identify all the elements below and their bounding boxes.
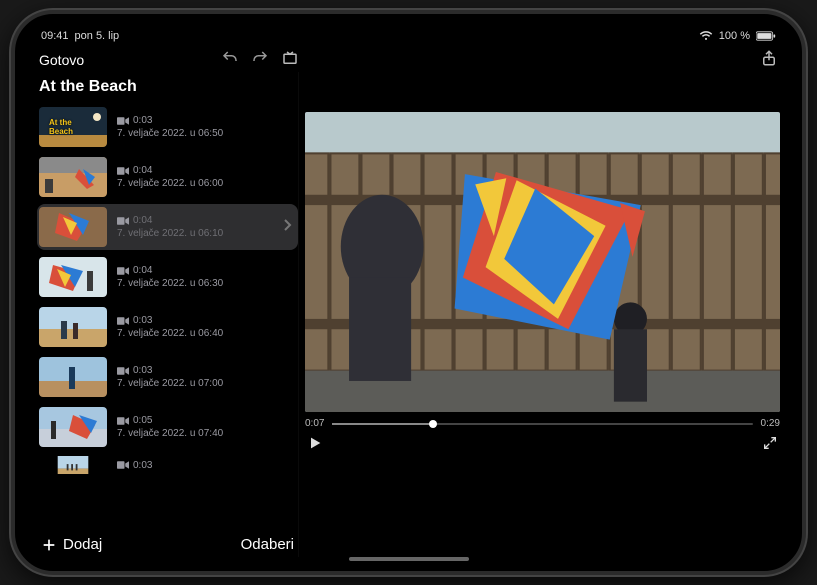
clip-duration: 0:03 — [133, 365, 152, 376]
chevron-right-icon[interactable] — [284, 218, 292, 236]
home-indicator[interactable] — [349, 557, 469, 561]
video-icon — [117, 266, 129, 276]
clip-thumbnail — [39, 257, 107, 297]
battery-percent: 100 % — [719, 30, 750, 42]
clip-item[interactable]: 0:05 7. veljače 2022. u 07:40 — [37, 404, 298, 450]
done-button[interactable]: Gotovo — [39, 52, 84, 68]
total-time: 0:29 — [761, 418, 780, 429]
add-label: Dodaj — [63, 536, 102, 553]
video-icon — [117, 416, 129, 426]
clip-date: 7. veljače 2022. u 07:00 — [117, 378, 292, 389]
battery-icon — [756, 31, 776, 41]
ipad-frame: 09:41 pon 5. lip 100 % Gotovo — [11, 10, 806, 575]
clip-duration: 0:03 — [133, 315, 152, 326]
current-time: 0:07 — [305, 418, 324, 429]
plus-icon — [41, 537, 57, 553]
clip-date: 7. veljače 2022. u 06:10 — [117, 228, 280, 239]
media-browser-icon[interactable] — [281, 49, 299, 72]
clip-duration: 0:03 — [133, 460, 152, 471]
clip-item[interactable]: 0:03 7. veljače 2022. u 06:40 — [37, 304, 298, 350]
clip-sidebar: At the Beach At the Beach 0:03 7. veljač… — [37, 72, 299, 557]
clip-duration: 0:04 — [133, 165, 152, 176]
status-bar: 09:41 pon 5. lip 100 % — [37, 28, 780, 48]
clip-thumbnail — [39, 456, 107, 474]
clip-date: 7. veljače 2022. u 07:40 — [117, 428, 292, 439]
video-icon — [117, 460, 129, 470]
project-title: At the Beach — [37, 72, 298, 104]
fullscreen-button[interactable] — [762, 435, 778, 456]
clip-date: 7. veljače 2022. u 06:50 — [117, 128, 292, 139]
clip-item[interactable]: 0:04 7. veljače 2022. u 06:10 — [37, 204, 298, 250]
clip-list[interactable]: At the Beach 0:03 7. veljače 2022. u 06:… — [37, 104, 298, 526]
preview-panel: 0:07 0:29 — [299, 72, 780, 557]
clip-thumbnail — [39, 307, 107, 347]
scrubber[interactable] — [332, 423, 752, 425]
video-icon — [117, 216, 129, 226]
preview-video[interactable] — [305, 112, 780, 412]
clip-duration: 0:04 — [133, 265, 152, 276]
clip-duration: 0:04 — [133, 215, 152, 226]
clip-thumbnail — [39, 157, 107, 197]
add-button[interactable]: Dodaj — [41, 536, 102, 553]
clip-duration: 0:03 — [133, 115, 152, 126]
clip-thumbnail — [39, 357, 107, 397]
clip-duration: 0:05 — [133, 415, 152, 426]
preview-controls — [305, 429, 780, 458]
sidebar-footer: Dodaj Odaberi — [37, 526, 298, 557]
clip-item[interactable]: 0:03 — [37, 454, 298, 476]
scrubber-handle[interactable] — [429, 420, 437, 428]
video-icon — [117, 166, 129, 176]
toolbar: Gotovo — [37, 48, 780, 72]
video-icon — [117, 116, 129, 126]
wifi-icon — [699, 30, 713, 42]
clip-item[interactable]: 0:04 7. veljače 2022. u 06:00 — [37, 154, 298, 200]
title-overlay-text: At the Beach — [49, 119, 73, 137]
clip-thumbnail — [39, 407, 107, 447]
status-date: pon 5. lip — [75, 30, 120, 42]
video-icon — [117, 316, 129, 326]
clip-item[interactable]: 0:04 7. veljače 2022. u 06:30 — [37, 254, 298, 300]
play-button[interactable] — [307, 435, 323, 456]
clip-item[interactable]: At the Beach 0:03 7. veljače 2022. u 06:… — [37, 104, 298, 150]
clip-date: 7. veljače 2022. u 06:30 — [117, 278, 292, 289]
undo-icon[interactable] — [221, 49, 239, 72]
clip-thumbnail: At the Beach — [39, 107, 107, 147]
playback-timeline: 0:07 0:29 — [305, 418, 780, 429]
video-icon — [117, 366, 129, 376]
clip-date: 7. veljače 2022. u 06:00 — [117, 178, 292, 189]
clip-item[interactable]: 0:03 7. veljače 2022. u 07:00 — [37, 354, 298, 400]
clip-thumbnail — [39, 207, 107, 247]
status-time: 09:41 — [41, 30, 69, 42]
share-button[interactable] — [760, 49, 778, 72]
clip-date: 7. veljače 2022. u 06:40 — [117, 328, 292, 339]
scrubber-fill — [332, 423, 433, 425]
select-button[interactable]: Odaberi — [241, 536, 294, 553]
redo-icon[interactable] — [251, 49, 269, 72]
